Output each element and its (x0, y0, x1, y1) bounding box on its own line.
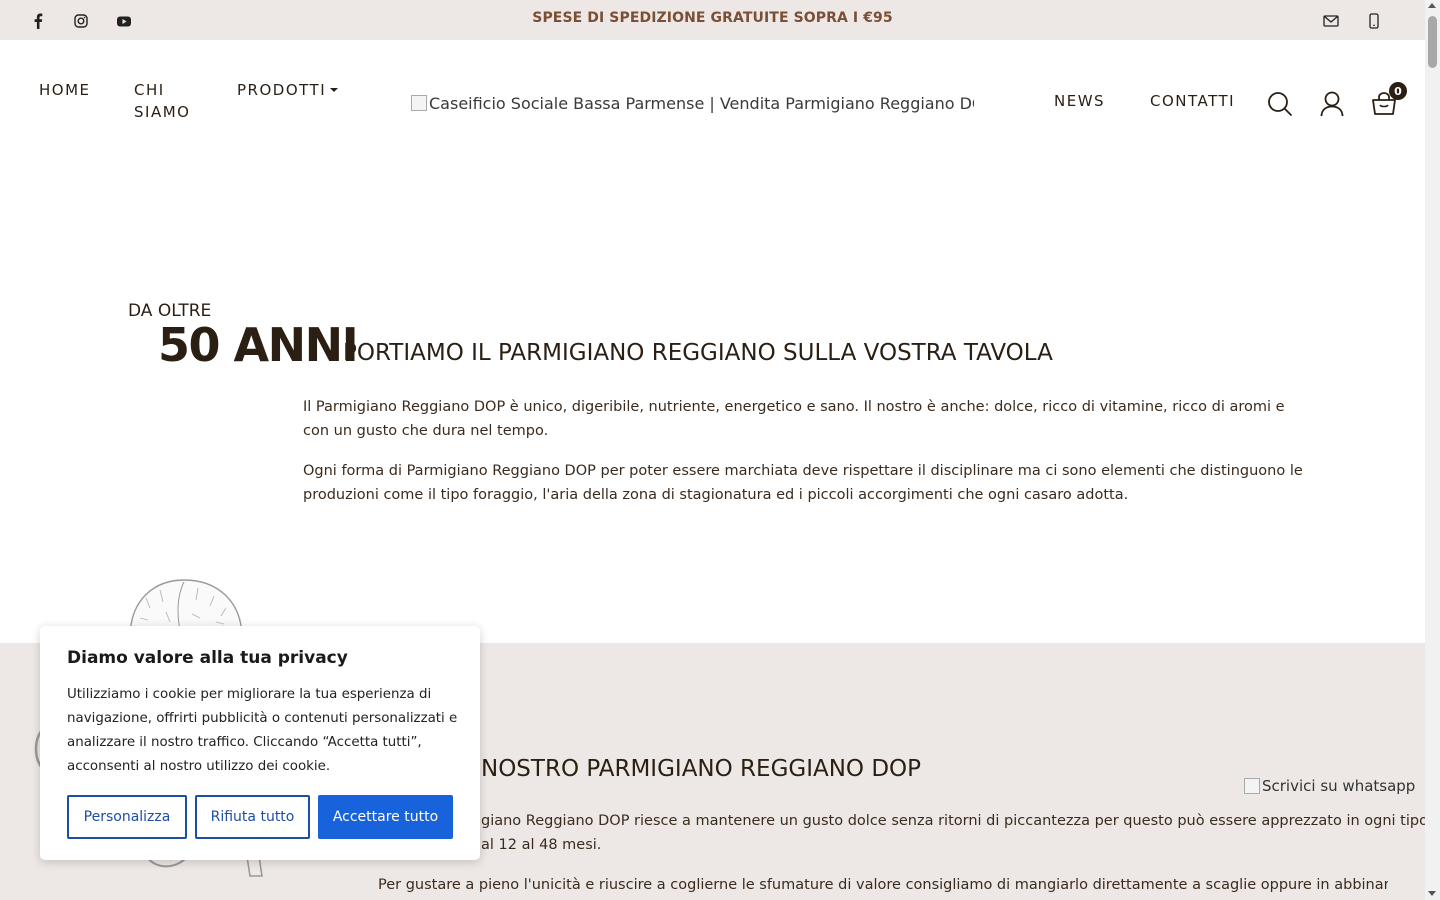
whatsapp-alt-text: Scrivici su whatsapp (1262, 777, 1416, 795)
cookie-consent-dialog: Diamo valore alla tua privacy Utilizziam… (40, 626, 480, 860)
cookie-customize-button[interactable]: Personalizza (67, 795, 187, 839)
nav-prodotti[interactable]: PRODOTTI (237, 79, 339, 101)
nav-chi-siamo[interactable]: CHI SIAMO (134, 79, 190, 123)
top-bar: SPESE DI SPEDIZIONE GRATUITE SOPRA I €95 (0, 0, 1425, 40)
section2-title: NOSTRO PARMIGIANO REGGIANO DOP (481, 756, 922, 782)
nav-chi-siamo-line2: SIAMO (134, 103, 191, 121)
free-shipping-banner: SPESE DI SPEDIZIONE GRATUITE SOPRA I €95 (532, 10, 893, 26)
scroll-up-arrow-icon[interactable] (1428, 3, 1436, 8)
nav-prodotti-label: PRODOTTI (237, 81, 327, 99)
cookie-reject-button[interactable]: Rifiuta tutto (195, 795, 310, 839)
hero-paragraph-1: Il Parmigiano Reggiano DOP è unico, dige… (303, 399, 1285, 439)
section2-paragraph-1-line1: giano Reggiano DOP riesce a mantenere un… (481, 813, 1440, 829)
hero-big-number: 50 ANNI (158, 318, 359, 372)
logo-alt-text: Caseificio Sociale Bassa Parmense | Vend… (429, 93, 974, 113)
nav-news[interactable]: NEWS (1054, 90, 1105, 112)
phone-icon[interactable] (1364, 11, 1384, 31)
scrollbar-thumb[interactable] (1428, 16, 1437, 68)
section2-paragraph-2: Per gustare a pieno l'unicità e riuscire… (378, 877, 1388, 893)
whatsapp-button[interactable]: Scrivici su whatsapp (1244, 777, 1415, 795)
nav-chi-siamo-line1: CHI (134, 81, 165, 99)
scroll-down-arrow-icon[interactable] (1428, 891, 1436, 896)
hero-title: PORTIAMO IL PARMIGIANO REGGIANO SULLA VO… (343, 340, 1053, 366)
cookie-title: Diamo valore alla tua privacy (67, 648, 348, 668)
nav-contatti[interactable]: CONTATTI (1150, 90, 1235, 112)
broken-image-icon (1244, 778, 1260, 794)
mail-icon[interactable] (1321, 11, 1341, 31)
cookie-text: Utilizziamo i cookie per migliorare la t… (67, 687, 458, 774)
cart-count-badge: 0 (1389, 82, 1407, 100)
nav-home[interactable]: HOME (39, 79, 91, 101)
hero-paragraph-2: Ogni forma di Parmigiano Reggiano DOP pe… (303, 463, 1303, 503)
page-scrollbar[interactable] (1425, 0, 1440, 900)
search-icon[interactable] (1266, 90, 1294, 118)
broken-image-icon (411, 95, 427, 111)
caret-down-icon (330, 88, 339, 92)
section2-paragraph-1-line2: al 12 al 48 mesi. (481, 837, 602, 853)
site-logo[interactable]: Caseificio Sociale Bassa Parmense | Vend… (411, 90, 974, 116)
account-icon[interactable] (1318, 90, 1346, 118)
cookie-accept-button[interactable]: Accettare tutto (318, 795, 453, 839)
